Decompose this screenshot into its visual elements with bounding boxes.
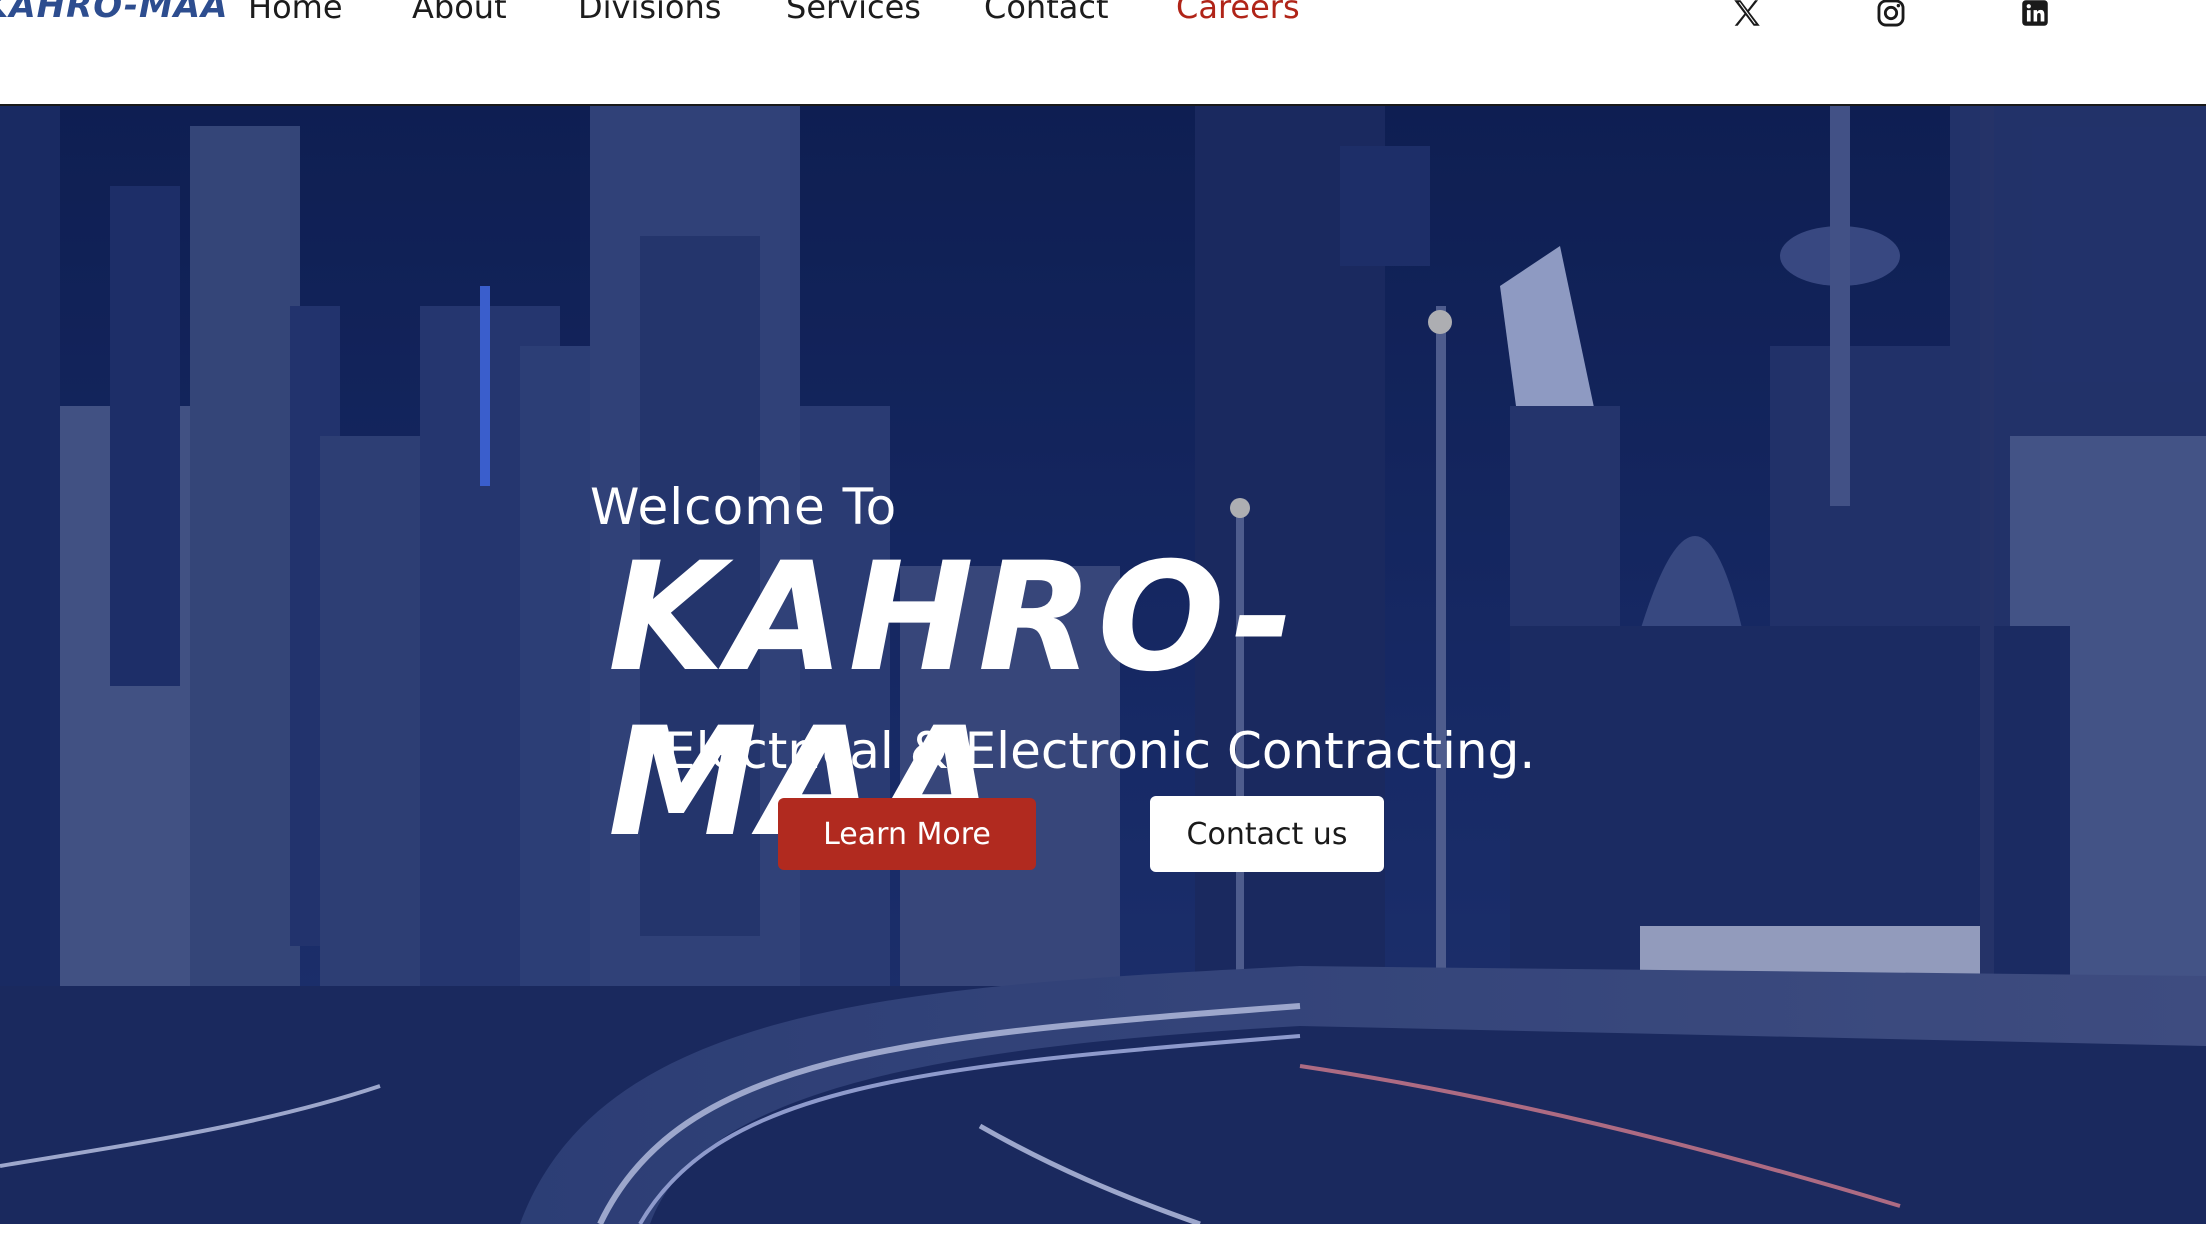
hero-section: Welcome To KAHRO-MAA Electrical & Electr… xyxy=(0,106,2206,1224)
site-header: KAHRO-MAA Home About Divisions Services … xyxy=(0,0,2206,106)
nav-about[interactable]: About xyxy=(412,0,507,26)
nav-divisions[interactable]: Divisions xyxy=(578,0,721,26)
hero-welcome: Welcome To xyxy=(590,478,898,536)
page-bottom-strip xyxy=(0,1224,2206,1248)
linkedin-icon[interactable] xyxy=(2018,0,2052,30)
learn-more-button[interactable]: Learn More xyxy=(778,798,1036,870)
contact-us-button[interactable]: Contact us xyxy=(1150,796,1384,872)
nav-home[interactable]: Home xyxy=(248,0,343,26)
nav-contact[interactable]: Contact xyxy=(984,0,1109,26)
nav-careers[interactable]: Careers xyxy=(1176,0,1300,26)
hero-tagline: Electrical & Electronic Contracting. xyxy=(664,722,1536,780)
site-logo[interactable]: KAHRO-MAA xyxy=(0,0,228,26)
instagram-icon[interactable] xyxy=(1874,0,1908,30)
x-icon[interactable] xyxy=(1730,0,1764,30)
hero-brand-title: KAHRO-MAA xyxy=(608,531,1298,870)
nav-services[interactable]: Services xyxy=(786,0,921,26)
